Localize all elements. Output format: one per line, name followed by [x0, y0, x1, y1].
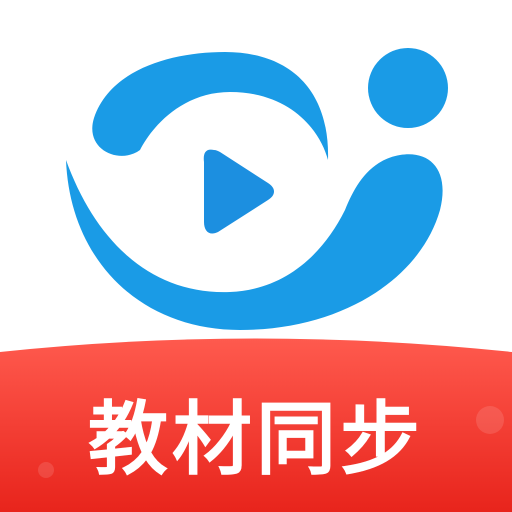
play-icon: [203, 149, 274, 234]
banner-label: 教材同步: [88, 393, 424, 486]
head-dot-icon: [368, 48, 448, 128]
swirl-upper-arc-icon: [92, 52, 329, 160]
app-icon: 教材同步: [0, 0, 512, 512]
